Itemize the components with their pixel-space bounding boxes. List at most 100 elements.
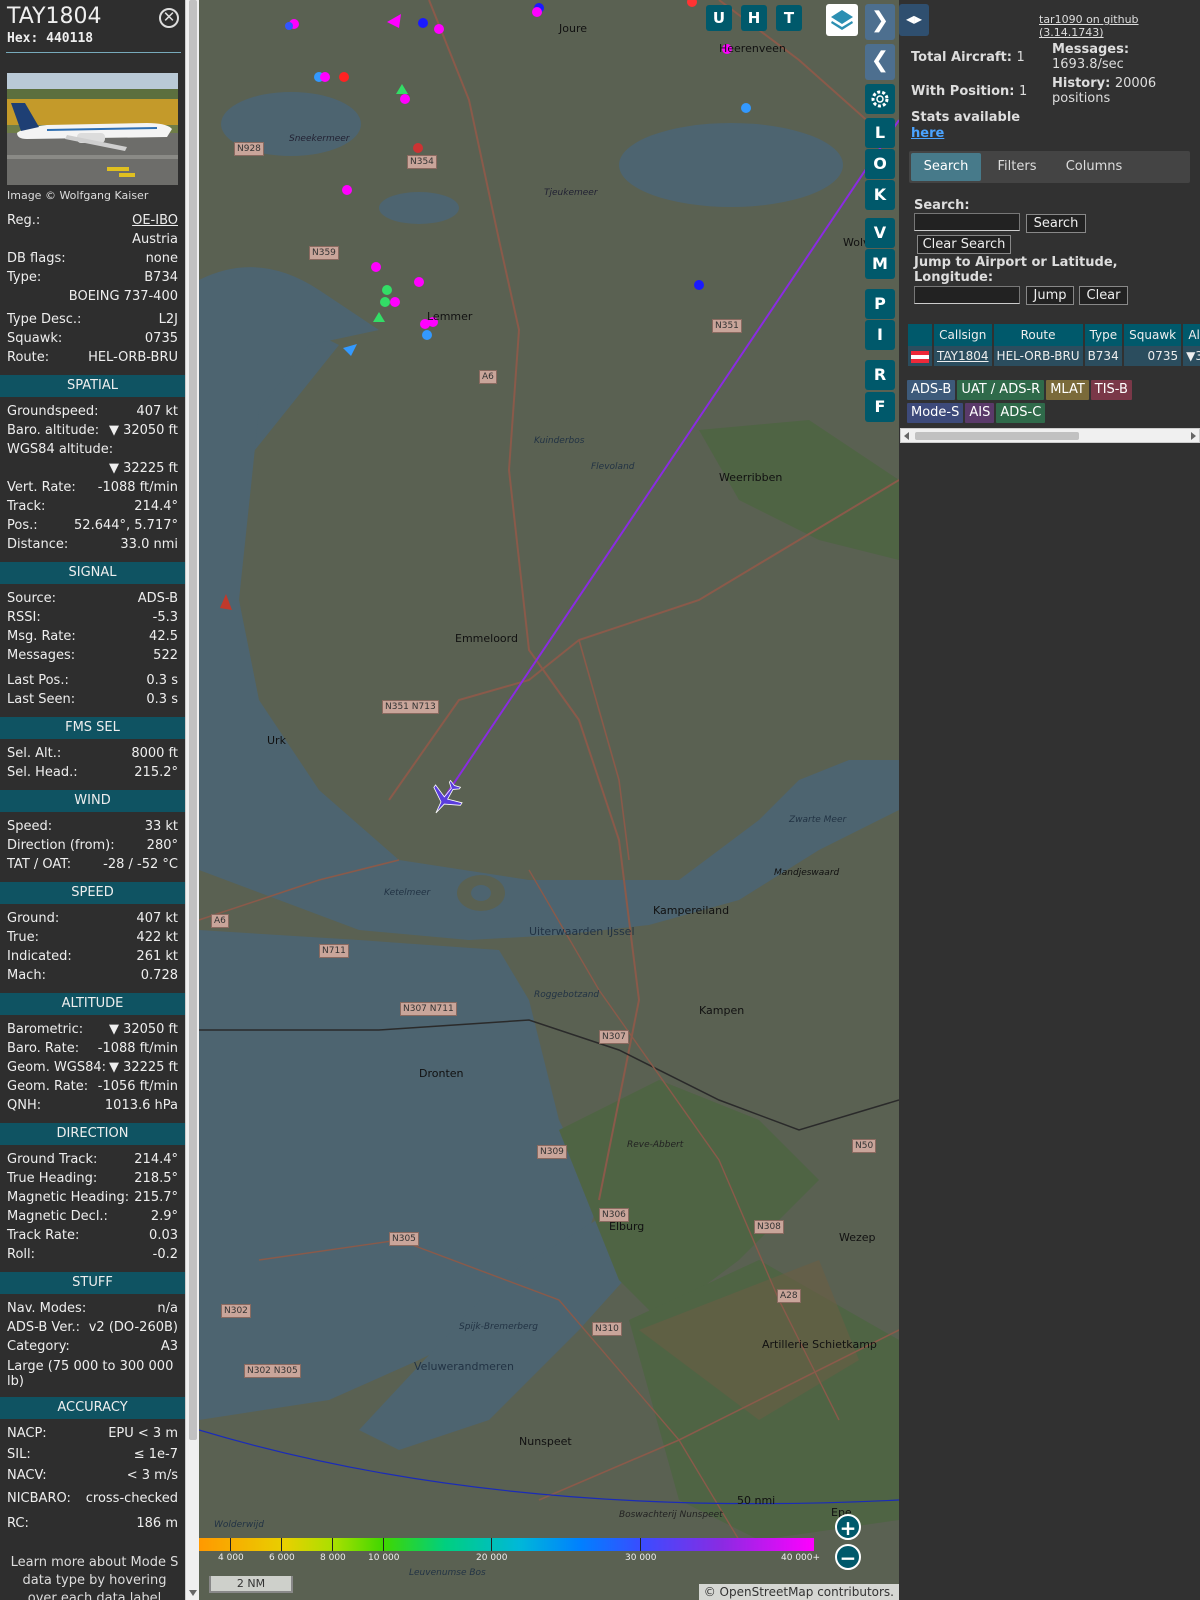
- aircraft-marker[interactable]: [390, 297, 400, 307]
- row-qnh: QNH: 1013.6 hPa: [7, 1098, 178, 1113]
- road-label: N928: [234, 142, 264, 156]
- jump-button[interactable]: Jump: [1026, 286, 1074, 305]
- place-label: Kampen: [699, 1004, 745, 1017]
- scrollbar-thumb[interactable]: [189, 0, 197, 1440]
- aircraft-marker[interactable]: [418, 18, 428, 28]
- stats-link[interactable]: here: [911, 126, 944, 141]
- map-button-l[interactable]: L: [865, 118, 895, 148]
- map-button-f[interactable]: F: [865, 392, 895, 422]
- gear-icon[interactable]: [865, 84, 895, 114]
- aircraft-marker[interactable]: [216, 592, 236, 612]
- aircraft-marker[interactable]: [396, 84, 408, 94]
- row-magnetic-heading: Magnetic Heading: 215.7°: [7, 1190, 178, 1205]
- aircraft-marker[interactable]: [387, 14, 401, 28]
- map-button-t[interactable]: T: [776, 5, 802, 31]
- layers-icon[interactable]: [826, 4, 858, 36]
- sidebar-tabs: Search Filters Columns: [909, 151, 1190, 183]
- map-view[interactable]: Joure Heerenveen Lemmer Tjeukemeer Sneekerme…: [199, 0, 899, 1600]
- map-button-u[interactable]: U: [706, 5, 732, 31]
- tab-search[interactable]: Search: [911, 153, 981, 181]
- map-button-p[interactable]: P: [865, 289, 895, 319]
- legend-mode-s: Mode-S: [907, 403, 964, 423]
- row-nic-baro: NICBARO: cross-checked: [7, 1491, 178, 1506]
- aircraft-marker[interactable]: [320, 72, 330, 82]
- aircraft-marker[interactable]: [339, 72, 349, 82]
- row-nav-modes: Nav. Modes: n/a: [7, 1301, 178, 1316]
- zoom-in-icon[interactable]: +: [835, 1514, 861, 1540]
- aircraft-marker[interactable]: [741, 103, 751, 113]
- table-horizontal-scrollbar[interactable]: [900, 428, 1200, 443]
- info-panel-scrollbar[interactable]: [185, 0, 199, 1600]
- aircraft-marker[interactable]: [694, 280, 704, 290]
- aircraft-marker[interactable]: [382, 285, 392, 295]
- aircraft-marker[interactable]: [380, 297, 390, 307]
- row-rc: RC: 186 m: [7, 1516, 178, 1531]
- row-msg-rate: Msg. Rate: 42.5: [7, 629, 178, 644]
- tab-filters[interactable]: Filters: [984, 153, 1050, 181]
- chevron-left-icon[interactable]: ❮: [865, 44, 895, 80]
- aircraft-marker[interactable]: [414, 277, 424, 287]
- aircraft-photo[interactable]: [7, 73, 178, 185]
- scroll-down-arrow[interactable]: [189, 1590, 197, 1596]
- map-button-o[interactable]: O: [865, 149, 895, 179]
- aircraft-marker[interactable]: [687, 0, 697, 7]
- scroll-left-arrow[interactable]: [904, 432, 909, 440]
- selected-aircraft-icon[interactable]: [426, 778, 466, 818]
- map-button-m[interactable]: M: [865, 249, 895, 279]
- clear-search-button[interactable]: Clear Search: [917, 235, 1011, 254]
- map-button-k[interactable]: K: [865, 180, 895, 210]
- tab-columns[interactable]: Columns: [1053, 153, 1135, 181]
- github-link[interactable]: tar1090 on github (3.14.1743): [1039, 13, 1200, 39]
- road-label: N351: [712, 319, 742, 333]
- map-attribution[interactable]: © OpenStreetMap contributors.: [698, 1584, 899, 1600]
- colorbar-tick: 4 000: [218, 1553, 244, 1563]
- table-row[interactable]: TAY1804 HEL-ORB-BRU B734 0735 ▼32: [908, 346, 1200, 366]
- sidebar: ◂▸ tar1090 on github (3.14.1743) Total A…: [899, 0, 1200, 1600]
- col-callsign[interactable]: Callsign: [934, 324, 992, 346]
- cell-callsign[interactable]: TAY1804: [934, 346, 992, 366]
- map-button-v[interactable]: V: [865, 218, 895, 248]
- search-button[interactable]: Search: [1026, 214, 1086, 233]
- col-route[interactable]: Route: [993, 324, 1083, 346]
- search-input[interactable]: [914, 213, 1020, 231]
- aircraft-marker[interactable]: [434, 24, 444, 34]
- place-label: Wezep: [839, 1231, 876, 1244]
- map-button-r[interactable]: R: [865, 360, 895, 390]
- aircraft-marker[interactable]: [400, 94, 410, 104]
- aircraft-marker[interactable]: [343, 344, 357, 356]
- col-alt[interactable]: Alt.: [1183, 324, 1200, 346]
- jump-input[interactable]: [914, 286, 1020, 304]
- aircraft-marker[interactable]: [422, 330, 432, 340]
- place-label: Ketelmeer: [384, 888, 431, 898]
- chevron-right-icon[interactable]: ❯: [865, 4, 895, 40]
- aircraft-marker[interactable]: [413, 143, 423, 153]
- place-label: Spijk-Bremerberg: [459, 1322, 538, 1332]
- aircraft-table: Callsign Route Type Squawk Alt. TAY1804 …: [906, 324, 1200, 368]
- row-track: Track: 214.4°: [7, 499, 178, 514]
- aircraft-marker[interactable]: [342, 185, 352, 195]
- zoom-out-icon[interactable]: −: [835, 1544, 861, 1570]
- aircraft-marker[interactable]: [371, 262, 381, 272]
- aircraft-marker[interactable]: [373, 312, 385, 322]
- aircraft-markers[interactable]: [199, 0, 899, 500]
- col-squawk[interactable]: Squawk: [1124, 324, 1182, 346]
- close-icon[interactable]: ✕: [159, 8, 179, 28]
- place-label: Veluwerandmeren: [414, 1360, 514, 1373]
- road-label: N351 N713: [382, 700, 439, 714]
- aircraft-marker[interactable]: [285, 22, 293, 30]
- registration-link[interactable]: OE-IBO: [132, 213, 178, 228]
- aircraft-marker[interactable]: [532, 7, 542, 17]
- map-button-i[interactable]: I: [865, 320, 895, 350]
- scroll-right-arrow[interactable]: [1191, 432, 1196, 440]
- cell-alt: ▼32: [1183, 346, 1200, 366]
- clear-button[interactable]: Clear: [1079, 286, 1128, 305]
- expand-collapse-icon[interactable]: ◂▸: [899, 4, 929, 36]
- col-flag[interactable]: [908, 324, 932, 346]
- hscroll-thumb[interactable]: [915, 432, 1079, 440]
- legend-ais: AIS: [965, 403, 995, 423]
- col-type[interactable]: Type: [1084, 324, 1123, 346]
- place-label: Tjeukemeer: [544, 188, 598, 198]
- place-label: Lemmer: [427, 310, 473, 323]
- row-indicated-speed: Indicated: 261 kt: [7, 949, 178, 964]
- map-button-h[interactable]: H: [741, 5, 767, 31]
